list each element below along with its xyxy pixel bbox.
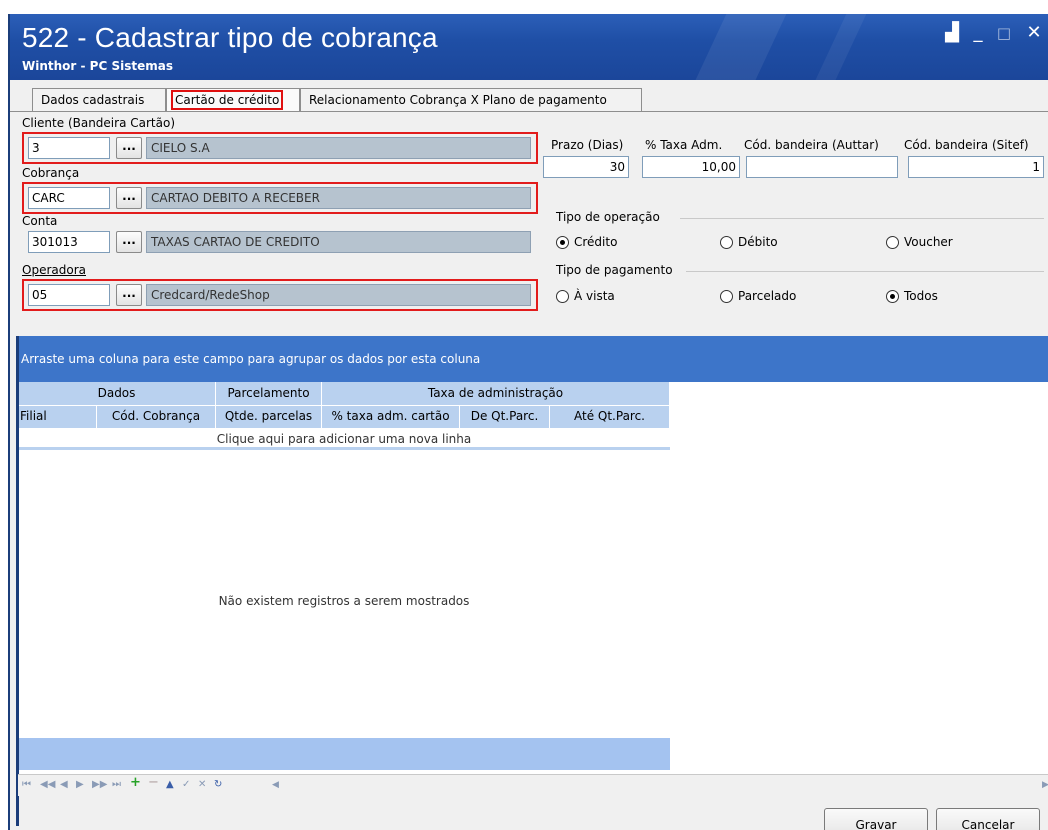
window-title: 522 - Cadastrar tipo de cobrança [22,22,438,53]
radio-todos[interactable]: Todos [886,289,938,303]
tab-label: Relacionamento Cobrança X Plano de pagam… [309,93,607,107]
new-row-prompt[interactable]: Clique aqui para adicionar uma nova linh… [18,428,670,450]
radio-voucher[interactable]: Voucher [886,235,953,249]
tipo-operacao-title: Tipo de operação [556,210,660,224]
taxa-label: % Taxa Adm. [645,138,723,152]
radio-label: Voucher [904,235,953,249]
tipo-pagamento-title: Tipo de pagamento [556,263,673,277]
radio-label: Crédito [574,235,618,249]
column-header-taxa-adm-cartao[interactable]: % taxa adm. cartão [322,406,460,428]
radio-label: À vista [574,289,615,303]
operadora-code-input[interactable]: 05 [28,284,110,306]
application-window: 522 - Cadastrar tipo de cobrança Winthor… [8,14,1048,830]
scroll-right-icon[interactable]: ▶ [1042,778,1048,792]
empty-message: Não existem registros a serem mostrados [218,594,470,608]
bandeira-sitef-input[interactable]: 1 [908,156,1044,178]
band-taxa-administracao[interactable]: Taxa de administração [322,382,670,406]
radio-label: Parcelado [738,289,797,303]
band-dados[interactable]: Dados [18,382,216,406]
column-header-ate-qt-parc[interactable]: Até Qt.Parc. [550,406,670,428]
radio-unselected-icon [886,235,899,249]
close-icon[interactable]: ✕ [1024,24,1044,44]
post-edit-icon[interactable]: ✓ [182,778,190,792]
radio-selected-icon [886,289,899,303]
column-header-cod-cobranca[interactable]: Cód. Cobrança [97,406,216,428]
radio-unselected-icon [720,235,733,249]
data-grid: Dados Parcelamento Taxa de administração… [18,382,1048,774]
add-record-icon[interactable]: + [130,776,141,790]
grid-footer [18,738,670,770]
conta-label: Conta [22,214,58,228]
radio-selected-icon [556,235,569,249]
conta-code-input[interactable]: 301013 [28,231,110,253]
radio-label: Débito [738,235,778,249]
bandeira-sitef-label: Cód. bandeira (Sitef) [904,138,1029,152]
conta-description: TAXAS CARTAO DE CREDITO [146,231,531,253]
cancel-edit-icon[interactable]: ✕ [198,778,206,792]
first-page-icon[interactable]: ⏮ [22,778,31,792]
taxa-input[interactable]: 10,00 [642,156,740,178]
cliente-code-input[interactable]: 3 [28,137,110,159]
next-record-icon[interactable]: ▶ [76,778,84,792]
radio-credito[interactable]: Crédito [556,235,617,249]
operadora-label: Operadora [22,263,86,277]
restore-icon[interactable]: ▟ [942,24,962,44]
cliente-description: CIELO S.A [146,137,531,159]
tab-relacionamento[interactable]: Relacionamento Cobrança X Plano de pagam… [300,88,642,112]
delete-record-icon[interactable]: − [148,776,159,790]
tab-cartao-de-credito[interactable]: Cartão de crédito [166,88,300,112]
radio-debito[interactable]: Débito [720,235,778,249]
next-page-icon[interactable]: ▶▶ [92,778,107,792]
cobranca-code-input[interactable]: CARC [28,187,110,209]
cobranca-description: CARTAO DEBITO A RECEBER [146,187,531,209]
edit-record-icon[interactable]: ▲ [166,778,174,792]
minimize-icon[interactable]: _ [968,24,988,44]
radio-a-vista[interactable]: À vista [556,289,615,303]
refresh-icon[interactable]: ↻ [214,778,222,792]
radio-unselected-icon [556,289,569,303]
scroll-left-icon[interactable]: ◀ [272,778,279,792]
band-parcelamento[interactable]: Parcelamento [216,382,322,406]
window-subtitle: Winthor - PC Sistemas [22,59,173,73]
save-button[interactable]: Gravar [824,808,928,830]
tab-label: Cartão de crédito [171,90,284,110]
group-by-panel[interactable]: Arraste uma coluna para este campo para … [18,336,1048,382]
previous-record-icon[interactable]: ◀ [60,778,68,792]
operadora-description: Credcard/RedeShop [146,284,531,306]
last-page-icon[interactable]: ⏭ [112,778,121,792]
column-header-de-qt-parc[interactable]: De Qt.Parc. [460,406,550,428]
column-header-qtde-parcelas[interactable]: Qtde. parcelas [216,406,322,428]
cliente-search-button[interactable]: ... [116,137,142,159]
tab-dados-cadastrais[interactable]: Dados cadastrais [32,88,166,112]
prazo-label: Prazo (Dias) [551,138,624,152]
bandeira-auttar-input[interactable] [746,156,898,178]
bandeira-auttar-label: Cód. bandeira (Auttar) [744,138,879,152]
radio-parcelado[interactable]: Parcelado [720,289,796,303]
title-bar: 522 - Cadastrar tipo de cobrança Winthor… [10,14,1048,80]
tab-label: Dados cadastrais [41,93,145,107]
cliente-label: Cliente (Bandeira Cartão) [22,116,175,130]
radio-label: Todos [904,289,938,303]
column-header-filial[interactable]: Filial [18,406,97,428]
maximize-icon[interactable]: □ [994,24,1014,44]
conta-search-button[interactable]: ... [116,231,142,253]
prazo-input[interactable]: 30 [543,156,629,178]
operadora-search-button[interactable]: ... [116,284,142,306]
cancel-button[interactable]: Cancelar [936,808,1040,830]
radio-unselected-icon [720,289,733,303]
previous-page-icon[interactable]: ◀◀ [40,778,55,792]
cobranca-label: Cobrança [22,166,80,180]
cobranca-search-button[interactable]: ... [116,187,142,209]
tab-strip: Dados cadastrais Cartão de crédito Relac… [10,88,1048,112]
grid-navigator: ⏮ ◀◀ ◀ ▶ ▶▶ ⏭ + − ▲ ✓ ✕ ↻ ◀ ▶ [18,774,1048,796]
